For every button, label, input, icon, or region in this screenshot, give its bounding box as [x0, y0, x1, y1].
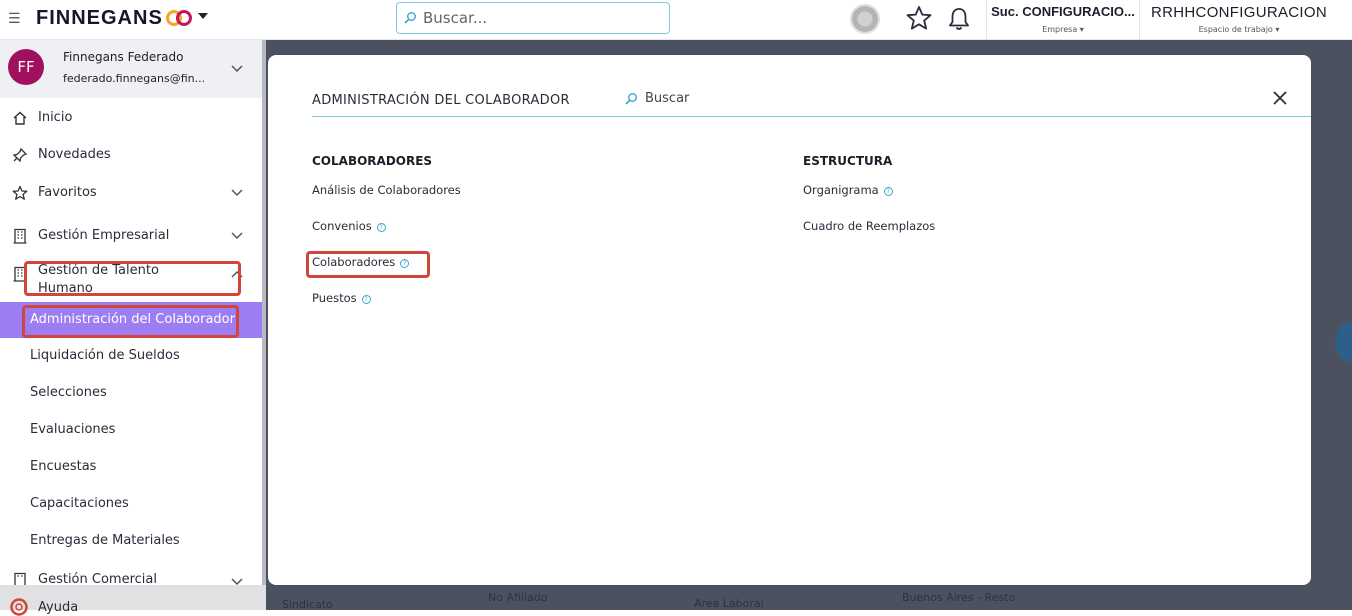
building-icon: [14, 572, 26, 585]
menu-link-puestos[interactable]: Puestos?: [312, 291, 371, 305]
chevron-down-icon[interactable]: [231, 65, 243, 73]
user-email: federado.finnegans@fin...: [63, 72, 206, 85]
sidebar-item-label: Gestión Comercial: [38, 572, 157, 585]
help-icon[interactable]: ?: [883, 187, 893, 196]
section-header-estructura: ESTRUCTURA: [803, 154, 893, 168]
highlight-box: [24, 261, 241, 296]
sidebar-subitem-capacitaciones[interactable]: Capacitaciones: [0, 486, 262, 522]
workspace-selector[interactable]: RRHHCONFIGURACION Espacio de trabajo ▾: [1142, 0, 1336, 40]
workspace-label: Espacio de trabajo ▾: [1198, 25, 1280, 34]
modal-search-input[interactable]: Buscar: [645, 91, 689, 106]
search-icon: [625, 93, 637, 105]
company-label: Empresa ▾: [1042, 25, 1084, 34]
sidebar-item-label: Inicio: [38, 110, 73, 125]
section-header-colaboradores: COLABORADORES: [312, 154, 433, 168]
sidebar-subitem-label: Entregas de Materiales: [30, 533, 180, 548]
help-label: Ayuda: [38, 600, 79, 615]
sidebar-item-novedades[interactable]: Novedades: [0, 137, 262, 173]
sidebar-subitem-label: Liquidación de Sueldos: [30, 348, 180, 363]
search-icon: [404, 12, 416, 24]
background-cell: No Afiliado: [488, 591, 548, 604]
global-search[interactable]: [396, 2, 670, 34]
chevron-down-icon: [231, 189, 243, 197]
help-icon[interactable]: ?: [376, 223, 386, 232]
sidebar-item-favoritos[interactable]: Favoritos: [0, 175, 262, 211]
building-icon: [13, 228, 27, 244]
chevron-down-icon: [231, 578, 243, 585]
top-bar: ☰ FINNEGANS Suc. CONFIGURACIO... Empresa…: [0, 0, 1352, 40]
search-input[interactable]: [421, 7, 661, 29]
close-icon[interactable]: [1272, 90, 1288, 106]
help-icon[interactable]: ?: [361, 295, 371, 304]
avatar: FF: [8, 49, 44, 85]
logo-icon: [166, 10, 192, 26]
menu-link-convenios[interactable]: Convenios?: [312, 219, 386, 233]
menu-link-cuadro-reemplazos[interactable]: Cuadro de Reemplazos: [803, 219, 935, 233]
sidebar-item-inicio[interactable]: Inicio: [0, 100, 262, 136]
brand-logo[interactable]: FINNEGANS: [36, 7, 163, 30]
chevron-down-icon: [231, 232, 243, 240]
sidebar-item-label: Favoritos: [38, 185, 97, 200]
workspace-value: RRHHCONFIGURACION: [1151, 4, 1327, 21]
menu-link-analisis-colaboradores[interactable]: Análisis de Colaboradores: [312, 183, 461, 197]
background-cell: Sindicato: [282, 598, 333, 611]
divider: [986, 0, 987, 40]
user-profile[interactable]: FF Finnegans Federado federado.finnegans…: [0, 40, 262, 98]
sidebar-subitem-encuestas[interactable]: Encuestas: [0, 449, 262, 485]
help-icon: [10, 598, 28, 616]
menu-icon[interactable]: ☰: [8, 11, 21, 27]
sidebar-subitem-entregas-materiales[interactable]: Entregas de Materiales: [0, 523, 262, 559]
star-icon[interactable]: [905, 5, 933, 31]
sidebar-subitem-selecciones[interactable]: Selecciones: [0, 375, 262, 411]
sidebar-item-label: Novedades: [38, 147, 111, 162]
company-selector[interactable]: Suc. CONFIGURACIO... Empresa ▾: [990, 0, 1136, 40]
loader-icon: [850, 4, 880, 34]
modal-search-underline: [312, 116, 1311, 117]
sidebar-item-label: Gestión Empresarial: [38, 228, 170, 243]
highlight-box: [22, 305, 239, 338]
highlight-box: [306, 251, 430, 278]
pin-icon: [12, 147, 28, 163]
sidebar-subitem-label: Evaluaciones: [30, 422, 116, 437]
background-cell: Buenos Aires - Resto: [902, 591, 1016, 604]
home-icon: [13, 111, 27, 125]
sidebar-item-gestion-empresarial[interactable]: Gestión Empresarial: [0, 218, 262, 254]
sidebar-subitem-label: Encuestas: [30, 459, 97, 474]
company-value: Suc. CONFIGURACIO...: [991, 4, 1135, 19]
sidebar-subitem-label: Capacitaciones: [30, 496, 129, 511]
divider: [1139, 0, 1140, 40]
sidebar: FF Finnegans Federado federado.finnegans…: [0, 40, 266, 616]
help-footer[interactable]: Ayuda: [0, 585, 266, 616]
sidebar-subitem-liquidacion-sueldos[interactable]: Liquidación de Sueldos: [0, 338, 262, 374]
chevron-down-icon[interactable]: [198, 13, 208, 19]
sidebar-item-gestion-comercial[interactable]: Gestión Comercial: [0, 562, 262, 585]
menu-modal: ADMINISTRACIÓN DEL COLABORADOR Buscar CO…: [268, 55, 1311, 585]
sidebar-subitem-label: Selecciones: [30, 385, 107, 400]
background-cell: Area Laboral: [694, 597, 764, 610]
menu-link-organigrama[interactable]: Organigrama?: [803, 183, 893, 197]
star-icon: [12, 185, 28, 200]
bell-icon[interactable]: [947, 6, 971, 32]
modal-title: ADMINISTRACIÓN DEL COLABORADOR: [312, 93, 570, 108]
sidebar-subitem-evaluaciones[interactable]: Evaluaciones: [0, 412, 262, 448]
user-name: Finnegans Federado: [63, 50, 184, 64]
